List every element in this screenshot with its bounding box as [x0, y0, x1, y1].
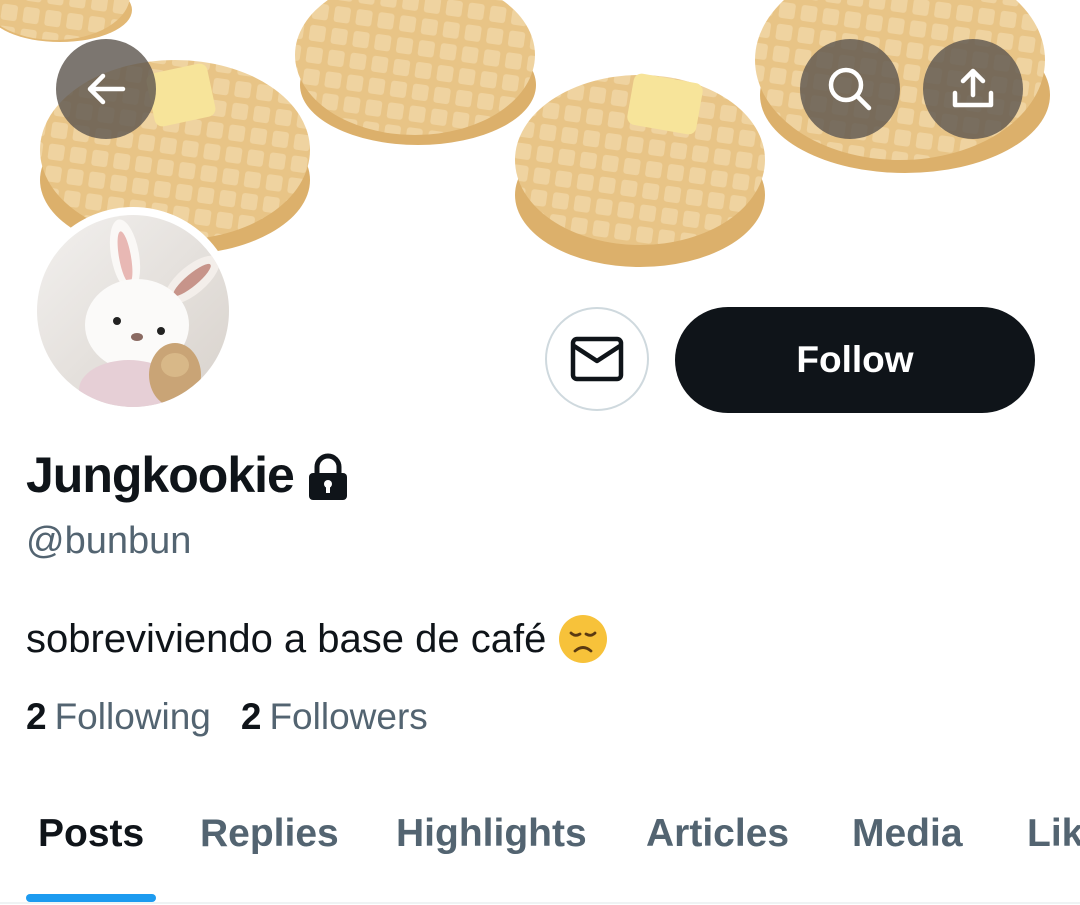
- lock-icon: [308, 453, 347, 500]
- disappointed-face-emoji: [559, 615, 608, 663]
- profile-bio: sobreviviendo a base de café: [26, 614, 608, 664]
- message-button[interactable]: [545, 307, 649, 411]
- display-name: Jungkookie: [26, 447, 295, 503]
- follow-button[interactable]: Follow: [675, 307, 1035, 413]
- profile-name-row: Jungkookie: [26, 446, 350, 504]
- share-button[interactable]: [923, 39, 1023, 139]
- followers-link[interactable]: 2 Followers: [241, 696, 428, 738]
- following-label: Following: [54, 696, 211, 737]
- tab-highlights[interactable]: Highlights: [396, 812, 587, 856]
- profile-tabs: Posts Replies Highlights Articles Media …: [0, 790, 1080, 905]
- active-tab-indicator: [26, 894, 156, 902]
- avatar[interactable]: [29, 207, 237, 415]
- followers-count: 2: [240, 696, 262, 737]
- bio-text: sobreviviendo a base de café: [26, 616, 547, 661]
- tab-likes[interactable]: Lik: [1027, 812, 1080, 856]
- user-handle: @bunbun: [26, 520, 192, 562]
- following-link[interactable]: 2 Following: [26, 696, 211, 738]
- followers-label: Followers: [269, 696, 428, 737]
- tabs-divider: [0, 902, 1080, 904]
- bunny-figurine-avatar-image: [37, 215, 229, 407]
- share-upload-icon: [952, 68, 994, 108]
- following-count: 2: [26, 696, 47, 737]
- tab-articles[interactable]: Articles: [646, 812, 789, 856]
- tab-replies[interactable]: Replies: [200, 812, 339, 856]
- search-button[interactable]: [800, 39, 900, 139]
- tab-media[interactable]: Media: [852, 812, 963, 856]
- arrow-left-icon: [87, 73, 126, 105]
- tab-posts[interactable]: Posts: [38, 812, 144, 856]
- follow-stats: 2 Following 2 Followers: [26, 696, 458, 738]
- back-button[interactable]: [56, 39, 156, 139]
- search-icon: [828, 67, 872, 111]
- envelope-icon: [570, 336, 624, 382]
